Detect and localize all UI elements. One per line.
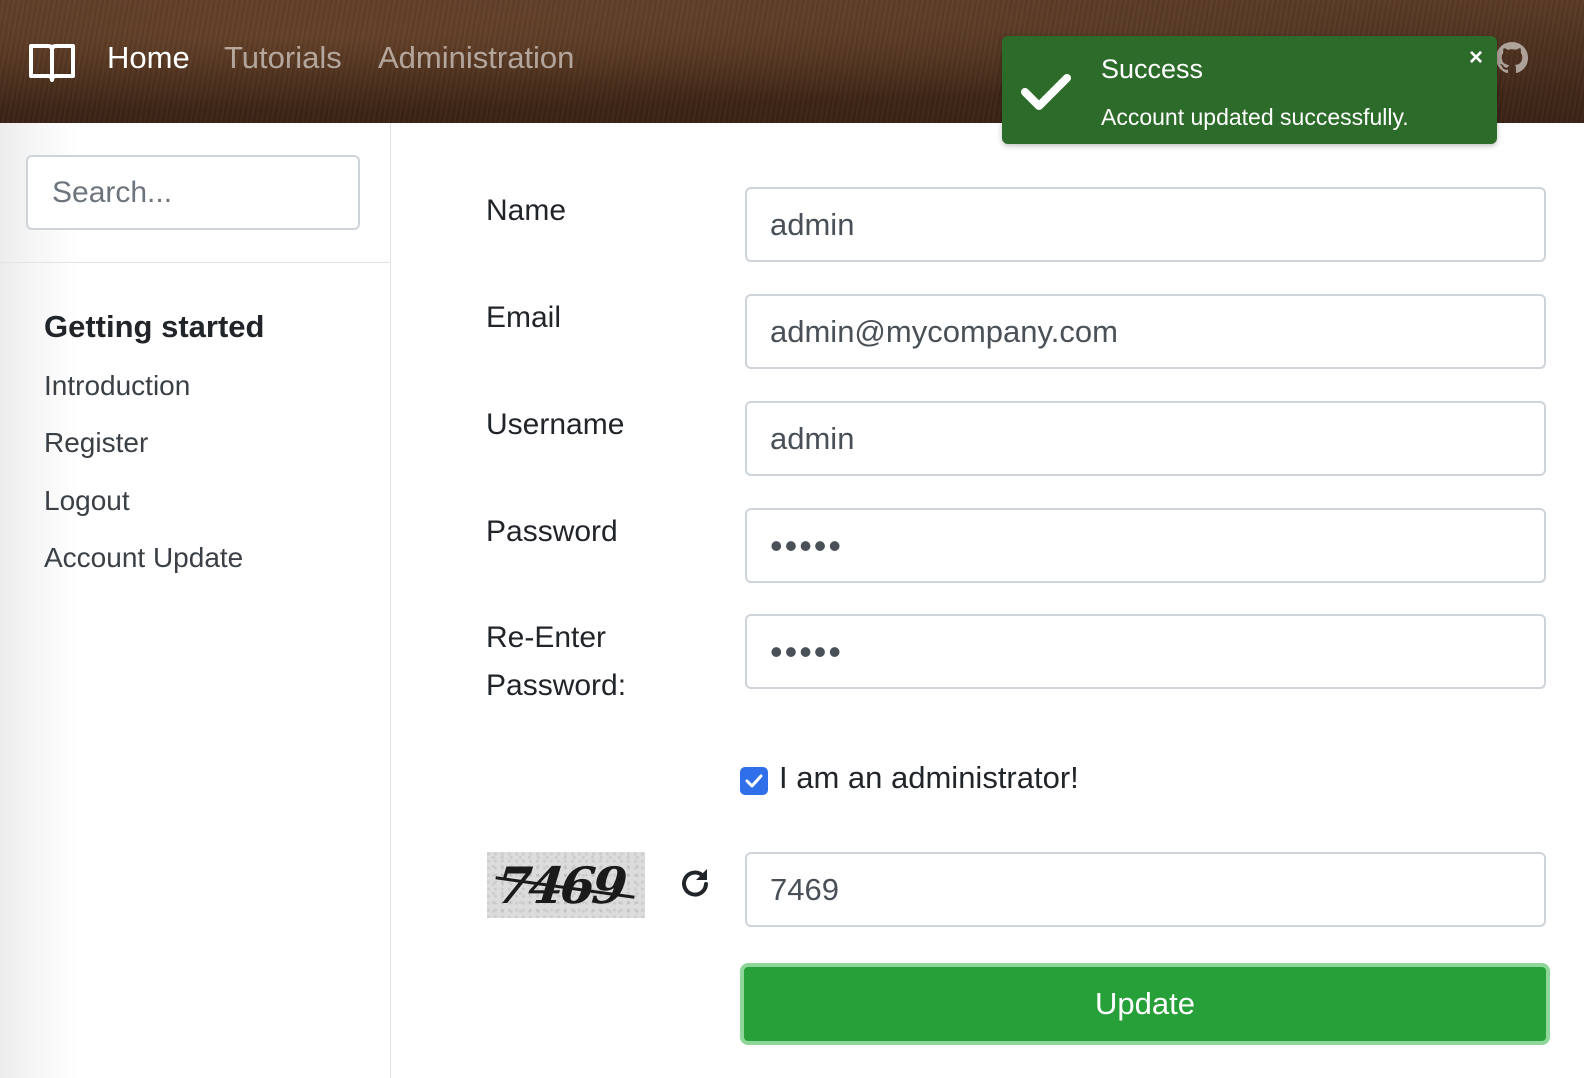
sidebar-item-account-update[interactable]: Account Update [44, 542, 243, 574]
sidebar-divider [0, 262, 390, 263]
refresh-icon[interactable] [678, 867, 712, 901]
email-label: Email [486, 301, 562, 334]
name-label: Name [486, 194, 567, 227]
toast-message: Account updated successfully. [1101, 104, 1409, 130]
nav-administration-link[interactable]: Administration [378, 40, 574, 76]
update-button[interactable]: Update [740, 963, 1550, 1045]
nav-home-link[interactable]: Home [107, 40, 190, 76]
reenter-label-line2: Password: [486, 669, 627, 702]
captcha-image: 7469 [487, 852, 645, 918]
nav-tutorials-link[interactable]: Tutorials [224, 40, 342, 76]
sidebar: Getting started Introduction Register Lo… [0, 123, 391, 1078]
reenter-label-line1: Re-Enter [486, 621, 607, 654]
username-field[interactable] [745, 401, 1546, 476]
sidebar-heading: Getting started [44, 309, 265, 344]
username-label: Username [486, 408, 625, 441]
email-field[interactable] [745, 294, 1546, 369]
checkmark-icon [1021, 74, 1071, 110]
password-label: Password [486, 515, 618, 548]
sidebar-item-introduction[interactable]: Introduction [44, 370, 190, 402]
password-field[interactable] [745, 508, 1546, 583]
success-toast: Success Account updated successfully. × [1002, 36, 1497, 144]
sidebar-item-register[interactable]: Register [44, 427, 148, 459]
admin-checkbox[interactable] [740, 767, 768, 795]
github-icon[interactable] [1494, 40, 1530, 76]
reenter-password-field[interactable] [745, 614, 1546, 689]
reenter-password-label: Re-Enter Password: [486, 614, 626, 710]
captcha-field[interactable] [745, 852, 1546, 927]
toast-title: Success [1101, 54, 1204, 84]
name-field[interactable] [745, 187, 1546, 262]
sidebar-item-logout[interactable]: Logout [44, 485, 130, 517]
admin-checkbox-label[interactable]: I am an administrator! [779, 760, 1079, 796]
search-input[interactable] [26, 155, 360, 230]
book-open-icon[interactable] [28, 40, 76, 84]
toast-close-button[interactable]: × [1469, 44, 1483, 72]
checkbox-check-icon [745, 774, 763, 788]
